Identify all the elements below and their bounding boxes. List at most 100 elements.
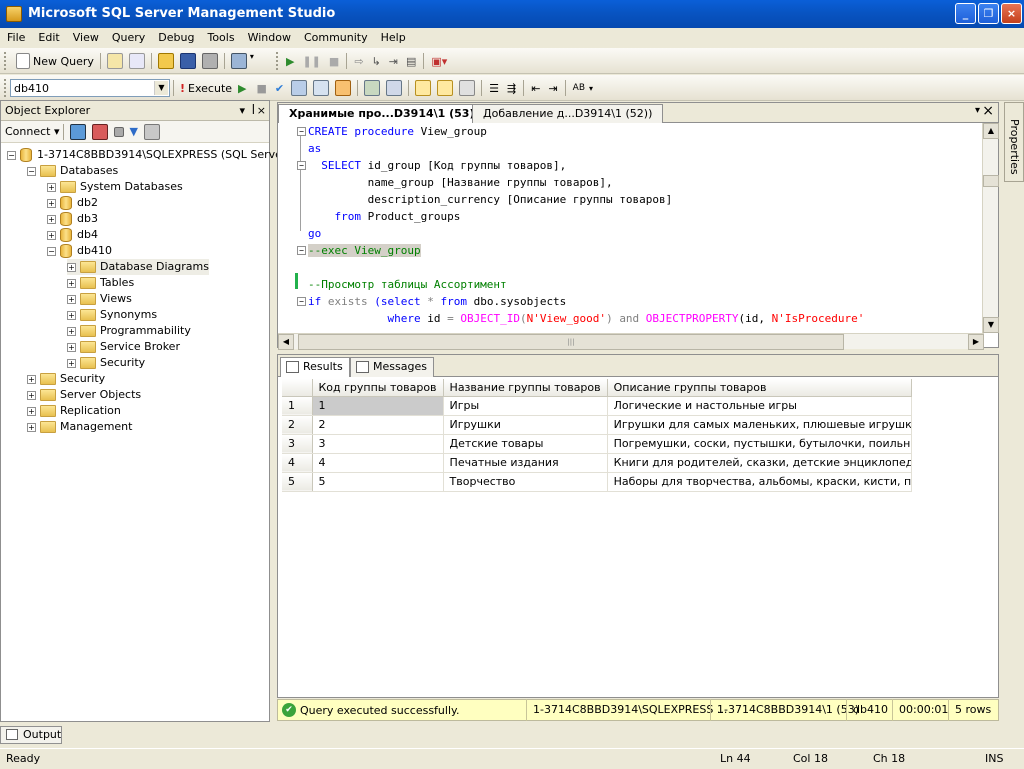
cancel-query-icon[interactable]: ■: [257, 82, 267, 95]
menu-debug[interactable]: Debug: [152, 28, 200, 48]
table-cell[interactable]: Погремушки, соски, пустышки, бутылочки, …: [607, 434, 912, 454]
expand-icon[interactable]: +: [67, 294, 76, 304]
expand-icon[interactable]: +: [67, 342, 76, 352]
disconnect-icon[interactable]: [91, 123, 108, 140]
tree-node[interactable]: + Management: [27, 419, 132, 435]
table-cell[interactable]: Печатные издания: [443, 453, 608, 473]
step-into-icon[interactable]: ⇨: [354, 55, 363, 68]
pin-icon[interactable]: ꟾ: [252, 101, 255, 121]
tree-node[interactable]: − 1-3714C8BBD3914\SQLEXPRESS (SQL Server …: [7, 147, 297, 163]
results-to-text-icon[interactable]: [415, 80, 432, 96]
tree-node[interactable]: + Synonyms: [67, 307, 157, 323]
output-tab[interactable]: Output: [0, 726, 62, 744]
tab-stored-procedures[interactable]: Хранимые про...D3914\1 (53)): [278, 104, 491, 123]
scroll-thumb[interactable]: |||: [298, 334, 844, 350]
column-header[interactable]: Название группы товаров: [443, 379, 608, 397]
query-options-icon[interactable]: [313, 80, 330, 96]
new-file-icon[interactable]: [106, 53, 123, 69]
table-cell[interactable]: Игрушки: [443, 415, 608, 435]
expand-icon[interactable]: +: [27, 374, 36, 384]
display-plan-icon[interactable]: [291, 80, 308, 96]
close-button[interactable]: ×: [1001, 3, 1022, 24]
row-number[interactable]: 4: [282, 453, 313, 473]
expand-icon[interactable]: +: [67, 310, 76, 320]
collapse-icon[interactable]: −: [7, 150, 16, 160]
breakpoint-dropdown-icon[interactable]: ▣▾: [431, 55, 447, 68]
include-plan-icon[interactable]: [364, 80, 381, 96]
column-header[interactable]: Описание группы товаров: [607, 379, 912, 397]
tree-node[interactable]: + Server Objects: [27, 387, 141, 403]
code-area[interactable]: − − − − CREATE procedure View_group as S…: [278, 123, 984, 333]
fold-collapse-icon[interactable]: −: [297, 127, 306, 136]
specify-values-icon[interactable]: A͏B: [573, 83, 585, 93]
tree-node[interactable]: + Database Diagrams: [67, 259, 209, 275]
scroll-up-icon[interactable]: ▲: [983, 123, 999, 139]
tree-node[interactable]: − db410: [47, 243, 112, 259]
database-select[interactable]: db410 ▼: [10, 79, 170, 97]
table-row[interactable]: 1 1 Игры Логические и настольные игры: [282, 396, 912, 416]
expand-icon[interactable]: +: [27, 390, 36, 400]
stop-icon[interactable]: [113, 126, 124, 137]
table-cell[interactable]: Игры: [443, 396, 608, 416]
expand-icon[interactable]: +: [47, 230, 56, 240]
scroll-left-icon[interactable]: ◀: [278, 334, 294, 350]
new-project-icon[interactable]: [128, 53, 145, 69]
pause-icon[interactable]: ❚❚: [302, 55, 320, 68]
row-number[interactable]: 3: [282, 434, 313, 454]
table-cell[interactable]: 1: [312, 396, 444, 416]
table-row[interactable]: 4 4 Печатные издания Книги для родителей, с…: [282, 453, 912, 473]
connect-button[interactable]: Connect ▾: [5, 125, 60, 138]
menu-community[interactable]: Community: [298, 28, 374, 48]
results-to-file-icon[interactable]: [459, 80, 476, 96]
fold-collapse-icon[interactable]: −: [297, 297, 306, 306]
tree-node[interactable]: + Programmability: [67, 323, 191, 339]
menu-file[interactable]: File: [1, 28, 31, 48]
new-query-button[interactable]: New Query: [10, 53, 97, 69]
menu-tools[interactable]: Tools: [201, 28, 240, 48]
tree-node[interactable]: + db3: [47, 211, 98, 227]
open-file-icon[interactable]: [157, 53, 174, 69]
minimize-button[interactable]: _: [955, 3, 976, 24]
print-icon[interactable]: [201, 53, 218, 69]
scroll-thumb[interactable]: [983, 175, 999, 187]
expand-icon[interactable]: +: [67, 278, 76, 288]
step-over-icon[interactable]: ↳: [372, 55, 381, 68]
menu-query[interactable]: Query: [106, 28, 151, 48]
fold-collapse-icon[interactable]: −: [297, 246, 306, 255]
menu-help[interactable]: Help: [375, 28, 412, 48]
table-cell[interactable]: Детские товары: [443, 434, 608, 454]
expand-icon[interactable]: +: [67, 358, 76, 368]
tree-node[interactable]: + Tables: [67, 275, 134, 291]
tabs-dropdown-icon[interactable]: ▾: [975, 105, 980, 116]
tree-node[interactable]: + db2: [47, 195, 98, 211]
parse-icon[interactable]: ✔: [275, 82, 284, 95]
debug-run-icon[interactable]: ▶: [238, 82, 246, 95]
panel-options-icon[interactable]: ▾: [239, 101, 245, 121]
start-debug-icon[interactable]: ▶: [286, 55, 294, 68]
intellisense-icon[interactable]: [335, 80, 352, 96]
table-cell[interactable]: 5: [312, 472, 444, 492]
table-cell[interactable]: 2: [312, 415, 444, 435]
fold-collapse-icon[interactable]: −: [297, 161, 306, 170]
tab-close-icon[interactable]: ×: [982, 103, 994, 119]
expand-icon[interactable]: +: [47, 214, 56, 224]
scroll-down-icon[interactable]: ▼: [983, 317, 999, 333]
menu-window[interactable]: Window: [242, 28, 297, 48]
results-to-grid-icon[interactable]: [437, 80, 454, 96]
panel-close-icon[interactable]: ×: [257, 101, 266, 121]
table-cell[interactable]: 4: [312, 453, 444, 473]
activity-monitor-icon[interactable]: [230, 53, 247, 69]
table-row[interactable]: 3 3 Детские товары Погремушки, соски, пусты…: [282, 434, 912, 454]
tab-add-data[interactable]: Добавление д...D3914\1 (52)): [472, 104, 664, 123]
properties-side-tab[interactable]: Properties: [1004, 102, 1024, 182]
step-out-icon[interactable]: ⇥: [389, 55, 398, 68]
table-cell[interactable]: Игрушки для самых маленьких, плюшевые иг…: [607, 415, 912, 435]
collapse-icon[interactable]: −: [47, 246, 56, 256]
expand-icon[interactable]: +: [47, 198, 56, 208]
table-cell[interactable]: Книги для родителей, сказки, детские энц…: [607, 453, 912, 473]
table-cell[interactable]: Логические и настольные игры: [607, 396, 912, 416]
expand-icon[interactable]: +: [27, 422, 36, 432]
comment-icon[interactable]: ☰: [489, 82, 499, 95]
expand-icon[interactable]: +: [27, 406, 36, 416]
tree-node[interactable]: + Security: [27, 371, 105, 387]
